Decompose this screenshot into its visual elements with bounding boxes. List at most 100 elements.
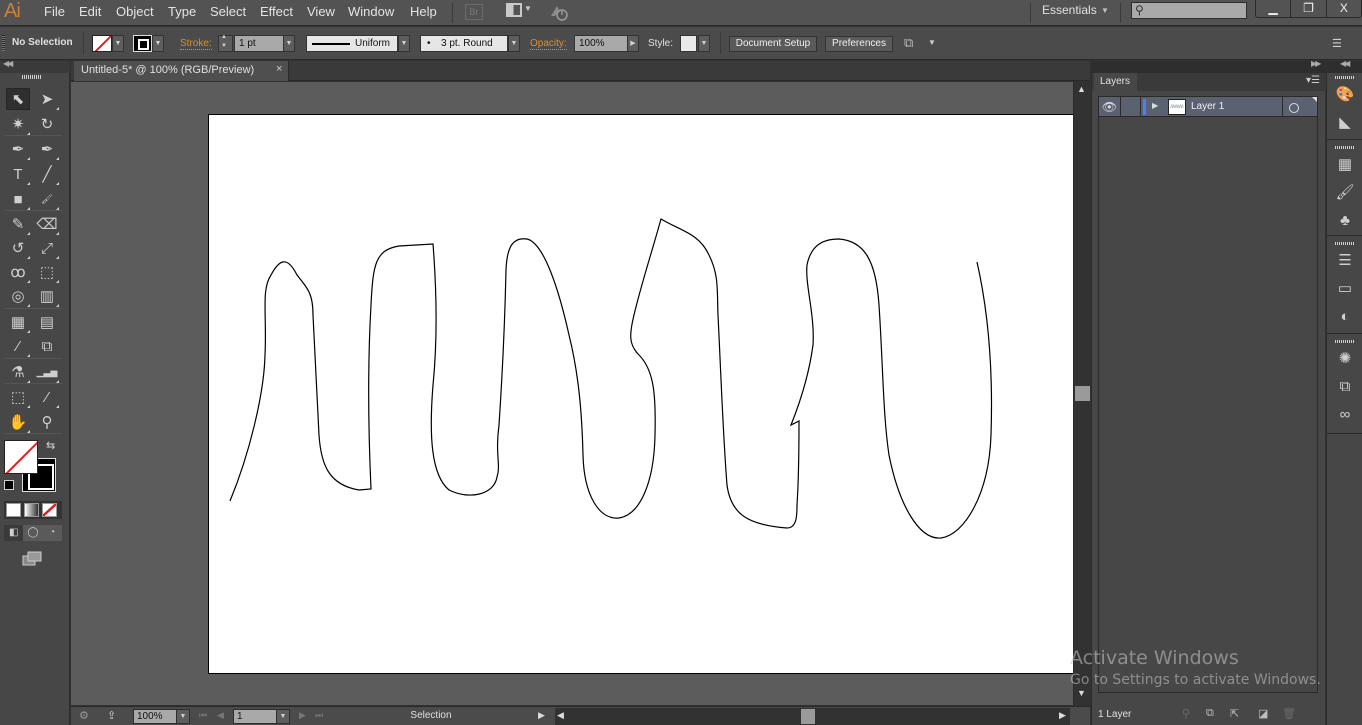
menu-type[interactable]: Type <box>168 4 196 19</box>
first-artboard-button[interactable]: ⏮ <box>199 710 207 721</box>
blend-tool[interactable]: ⧉ <box>35 335 59 357</box>
eraser-tool[interactable]: ⌫ <box>35 213 59 235</box>
panel-grip[interactable] <box>22 75 42 79</box>
gpu-performance-icon[interactable]: ⚙ <box>79 709 89 722</box>
draw-inside-icon[interactable]: ◔ <box>43 525 62 541</box>
type-tool[interactable]: T <box>6 163 30 185</box>
rectangle-tool[interactable]: ■ <box>6 188 30 210</box>
chevron-down-icon[interactable]: ▼ <box>1101 6 1109 15</box>
hand-tool[interactable]: ✋ <box>6 411 30 433</box>
symbol-sprayer-tool[interactable]: ⚗ <box>6 361 30 383</box>
create-new-layer-icon[interactable]: ◪ <box>1258 707 1268 720</box>
panel-grip[interactable] <box>1335 146 1355 149</box>
panel-menu-icon[interactable]: ▾☰ <box>1306 75 1320 86</box>
opacity-slider-button[interactable]: ▶ <box>627 35 639 52</box>
trash-icon[interactable]: 🗑 <box>1282 707 1296 720</box>
magic-wand-tool[interactable]: ✷ <box>6 113 30 135</box>
default-colors-icon[interactable] <box>4 480 14 490</box>
minimize-button[interactable]: ▁ <box>1256 0 1290 17</box>
opacity-input[interactable]: 100% <box>574 35 628 52</box>
chevron-down-icon[interactable]: ▼ <box>524 4 532 13</box>
scroll-down-arrow[interactable]: ▼ <box>1077 688 1086 698</box>
artboard[interactable] <box>208 114 1073 674</box>
expand-layer-icon[interactable]: ▶ <box>1152 101 1158 110</box>
layer-name[interactable]: Layer 1 <box>1191 101 1224 112</box>
last-artboard-button[interactable]: ⏭ <box>315 710 323 721</box>
shape-builder-tool[interactable]: ◎ <box>6 285 30 307</box>
zoom-level-input[interactable]: 100% <box>133 709 177 724</box>
mesh-tool[interactable]: ▦ <box>6 311 30 333</box>
stroke-swatch[interactable] <box>133 35 152 52</box>
panel-grip[interactable] <box>1335 242 1355 245</box>
creative-cloud-libraries-icon[interactable]: ∞ <box>1333 405 1357 425</box>
chevron-down-icon[interactable]: ▼ <box>928 38 936 47</box>
menu-select[interactable]: Select <box>210 4 246 19</box>
vertical-scrollbar[interactable]: ▲ ▼ <box>1073 82 1090 705</box>
stroke-dropdown[interactable]: ▼ <box>152 35 164 52</box>
column-graph-tool[interactable]: ▁▃▅ <box>35 361 59 383</box>
change-screen-mode-icon[interactable] <box>22 551 42 567</box>
profile-dropdown[interactable]: ▼ <box>398 35 410 52</box>
swap-fill-stroke-icon[interactable]: ⇆ <box>46 439 55 452</box>
graphic-styles-icon[interactable]: ⧉ <box>1333 377 1357 397</box>
color-guide-icon[interactable]: ◣ <box>1333 113 1357 133</box>
variable-width-profile-select[interactable]: Uniform <box>306 35 398 52</box>
zoom-tool[interactable]: ⚲ <box>35 411 59 433</box>
help-search-input[interactable]: ⚲ <box>1131 2 1247 19</box>
brush-dropdown[interactable]: ▼ <box>508 35 520 52</box>
lock-toggle[interactable] <box>1121 97 1141 117</box>
status-menu-arrow[interactable]: ▶ <box>538 710 545 721</box>
sync-settings-icon[interactable] <box>548 2 570 22</box>
close-button[interactable]: X <box>1325 0 1361 17</box>
create-sublayer-icon[interactable]: ⇱ <box>1230 707 1239 720</box>
artboard-number-input[interactable]: 1 <box>233 709 277 724</box>
collapse-icon[interactable]: ◀◀ <box>1340 59 1350 68</box>
color-mode-button[interactable] <box>6 503 21 517</box>
restore-button[interactable]: ❐ <box>1290 0 1325 17</box>
vertical-scroll-thumb[interactable] <box>1075 386 1090 401</box>
current-tool-status[interactable]: Selection <box>331 710 531 721</box>
scroll-right-arrow[interactable]: ▶ <box>1059 710 1066 721</box>
freehand-path[interactable] <box>229 218 993 539</box>
draw-behind-icon[interactable]: ◯ <box>23 525 42 541</box>
pencil-tool[interactable]: ✎ <box>6 213 30 235</box>
color-icon[interactable]: 🎨 <box>1333 85 1357 105</box>
appearance-icon[interactable]: ✺ <box>1333 349 1357 369</box>
brush-definition-select[interactable]: • 3 pt. Round <box>420 35 508 52</box>
line-segment-tool[interactable]: ╱ <box>35 163 59 185</box>
share-icon[interactable]: ⇪ <box>107 709 116 722</box>
draw-normal-icon[interactable]: ◧ <box>4 525 24 541</box>
graphic-style-swatch[interactable] <box>680 35 697 52</box>
stroke-weight-input[interactable]: 1 pt <box>234 35 284 52</box>
warp-tool[interactable]: ꝏ <box>6 261 30 283</box>
artboard-dropdown[interactable]: ▼ <box>276 709 290 724</box>
visibility-eye-icon[interactable]: 👁 <box>1099 97 1121 117</box>
workspace-switcher[interactable]: Essentials <box>1042 3 1097 17</box>
gradient-tool[interactable]: ▤ <box>35 311 59 333</box>
stroke-panel-link[interactable]: Stroke: <box>180 38 212 50</box>
symbols-icon[interactable]: ♣ <box>1333 211 1357 231</box>
free-transform-tool[interactable]: ⬚ <box>35 261 59 283</box>
brushes-icon[interactable]: 🖌 <box>1333 183 1357 203</box>
panel-grip[interactable] <box>2 35 5 51</box>
stroke-weight-dropdown[interactable]: ▼ <box>283 35 295 52</box>
direct-selection-tool[interactable]: ➤ <box>35 88 59 110</box>
preferences-button[interactable]: Preferences <box>825 36 893 52</box>
rotate-tool[interactable]: ↺ <box>6 237 30 259</box>
paintbrush-tool[interactable]: 🖌 <box>35 188 59 210</box>
isolate-object-icon[interactable]: ⧉ <box>904 35 913 51</box>
scroll-left-arrow[interactable]: ◀ <box>557 710 564 721</box>
make-clipping-mask-icon[interactable]: ⧉ <box>1206 707 1214 720</box>
locate-object-icon[interactable]: ⚲ <box>1182 707 1190 720</box>
tab-layers[interactable]: Layers <box>1094 73 1137 91</box>
gradient-mode-button[interactable] <box>24 503 39 517</box>
menu-window[interactable]: Window <box>348 4 394 19</box>
lasso-tool[interactable]: ↻ <box>35 113 59 135</box>
canvas[interactable] <box>71 82 1073 705</box>
style-dropdown[interactable]: ▼ <box>698 35 710 52</box>
menu-object[interactable]: Object <box>116 4 154 19</box>
fill-dropdown[interactable]: ▼ <box>112 35 124 52</box>
horizontal-scrollbar[interactable]: ◀ ▶ <box>555 708 1070 725</box>
menu-edit[interactable]: Edit <box>79 4 101 19</box>
perspective-grid-tool[interactable]: ▥ <box>35 285 59 307</box>
